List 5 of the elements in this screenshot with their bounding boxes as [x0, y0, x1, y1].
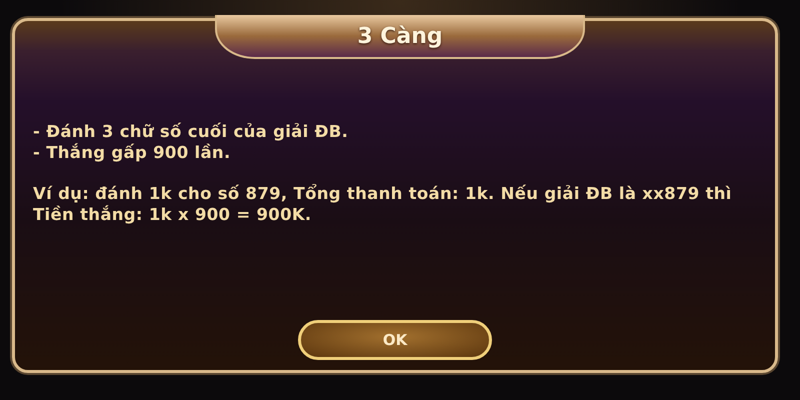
ok-button[interactable]: OK [298, 320, 492, 360]
rule-text: - Đánh 3 chữ số cuối của giải ĐB. [33, 121, 350, 142]
rule-text: - Thắng gấp 900 lần. [33, 142, 232, 163]
example-text: Ví dụ: đánh 1k cho số 879, Tổng thanh toán: 1k. Nếu giải ĐB là xx879 thì Tiền thắng: 1k x 900 = 900K. [33, 183, 733, 225]
dialog-title: 3 Càng [357, 24, 443, 48]
